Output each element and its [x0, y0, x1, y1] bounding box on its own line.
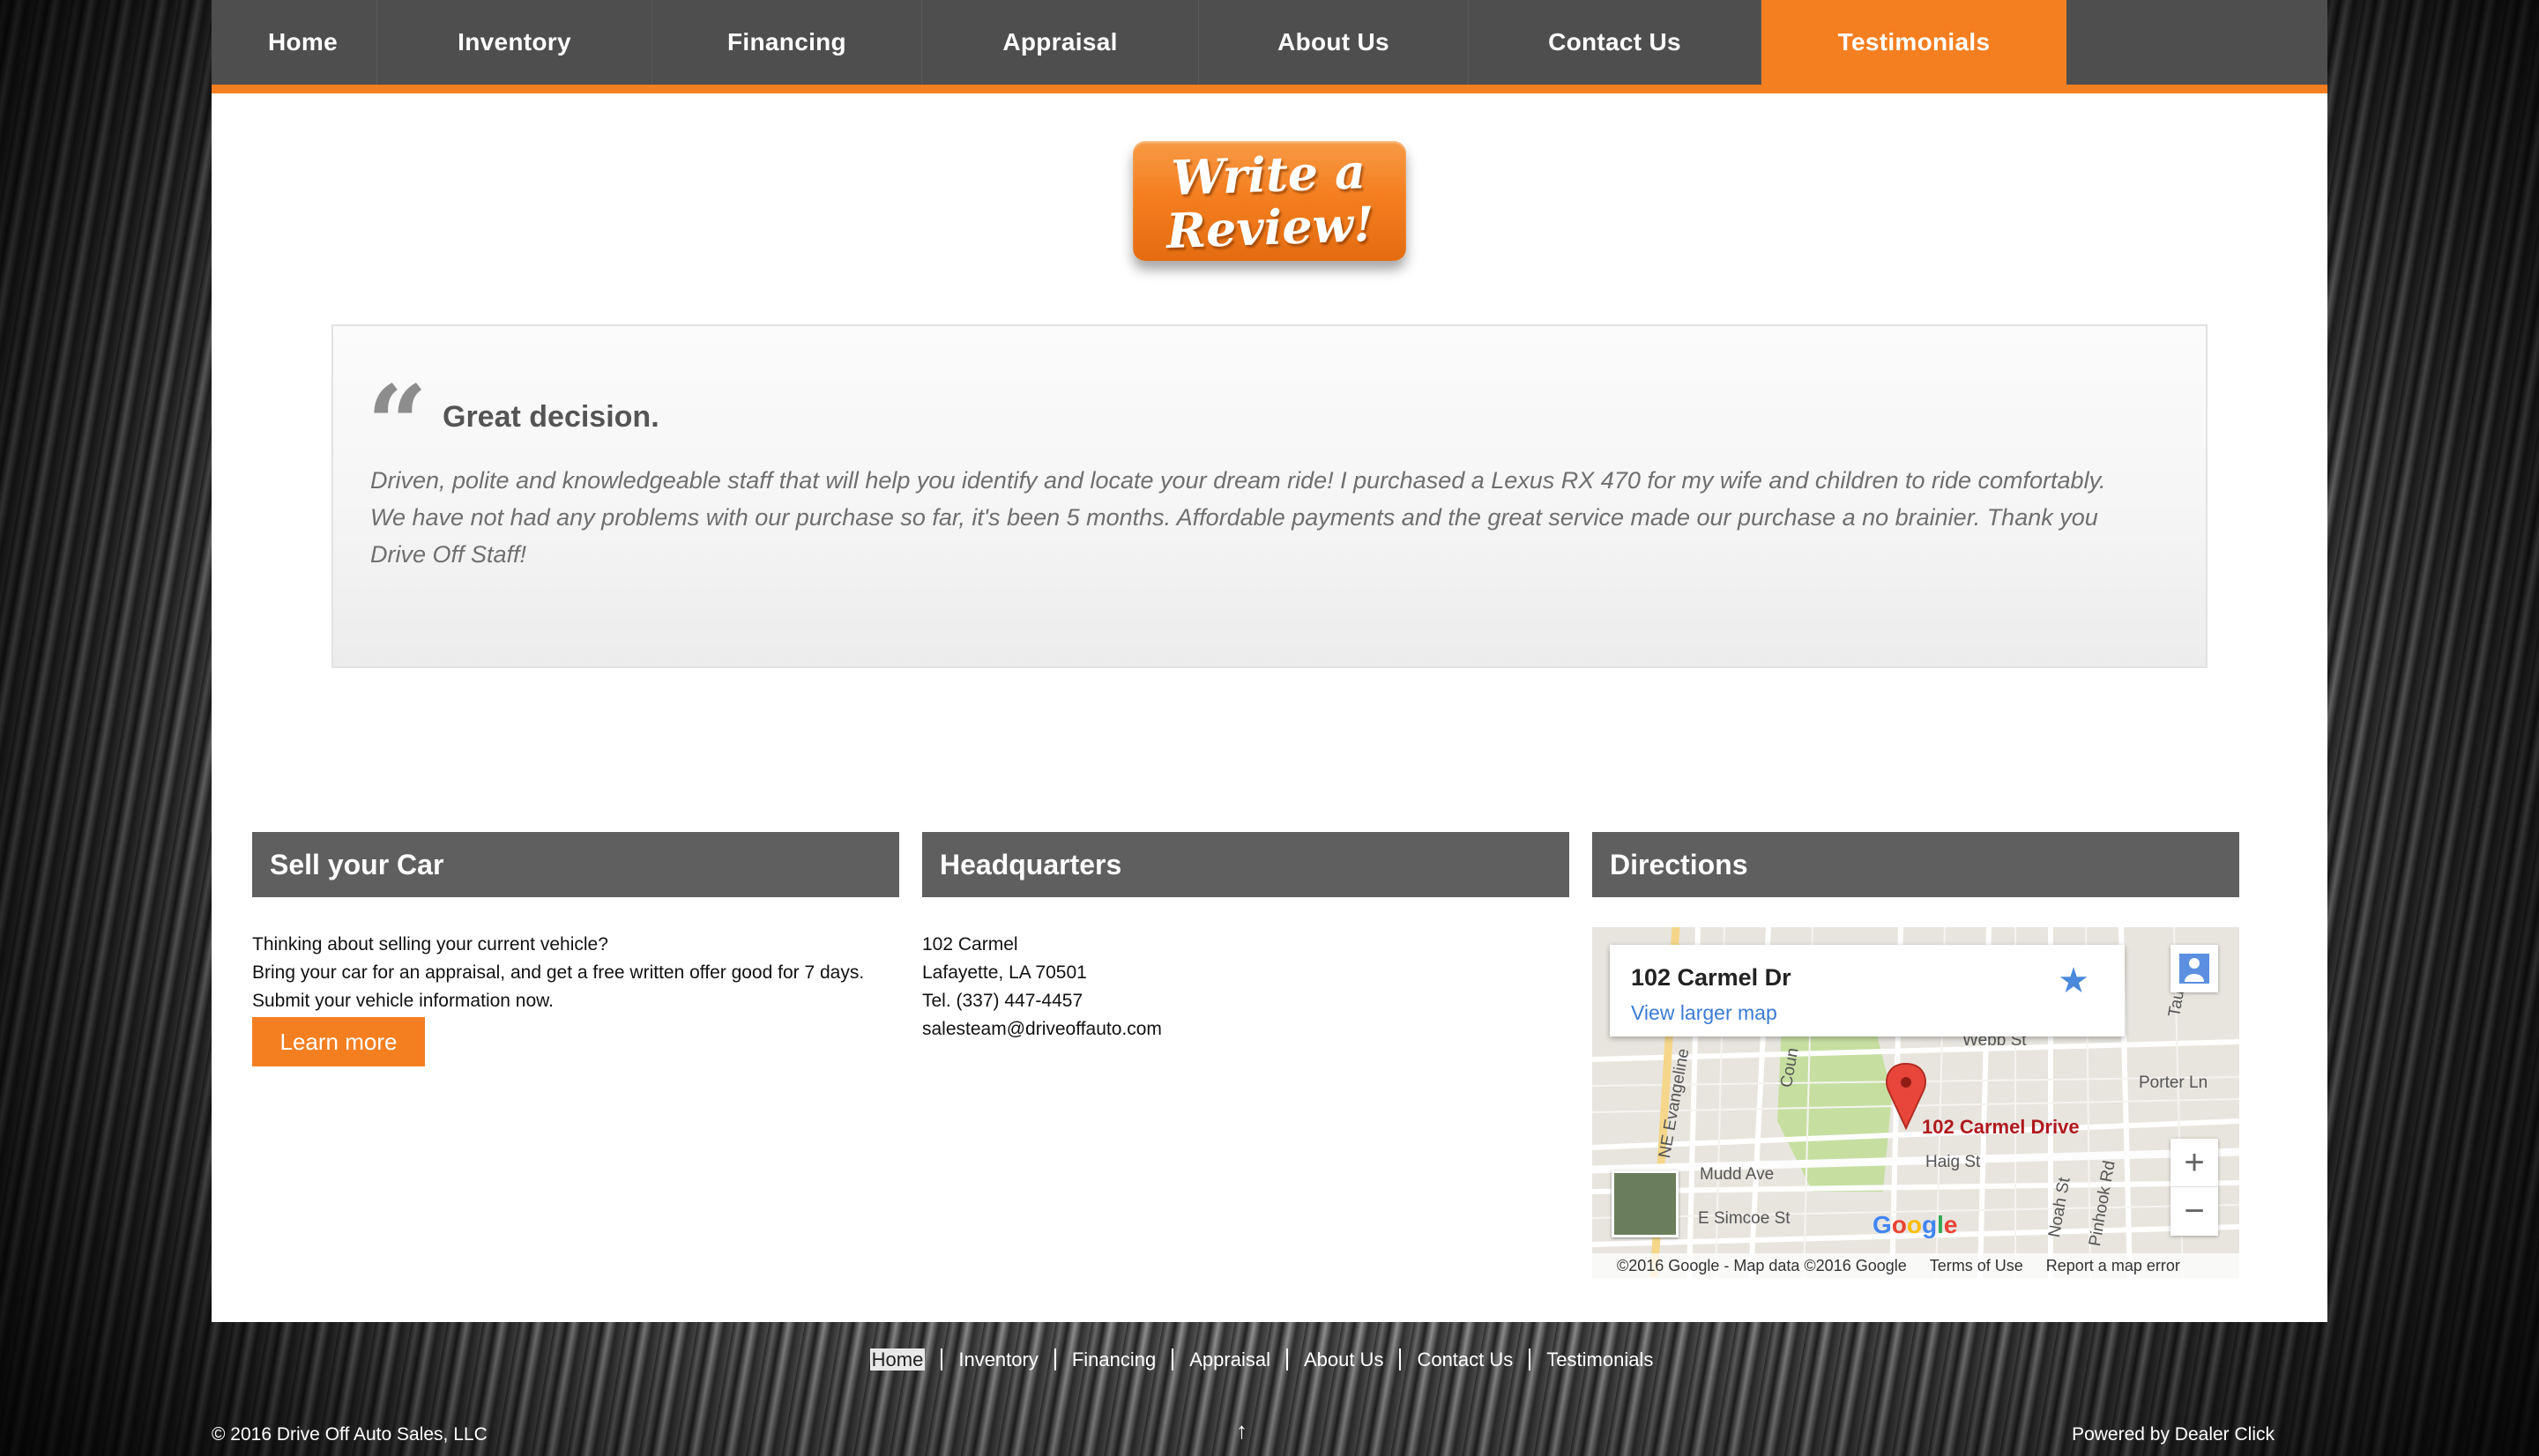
learn-more-button[interactable]: Learn more: [252, 1017, 425, 1066]
main-nav: Home Inventory Financing Appraisal About…: [212, 0, 2327, 93]
map-street-simcoe: E Simcoe St: [1698, 1209, 1791, 1228]
map-street-porter: Porter Ln: [2139, 1073, 2208, 1092]
sell-line-2: Bring your car for an appraisal, and get…: [252, 962, 865, 983]
map-copyright: ©2016 Google - Map data ©2016 Google: [1617, 1256, 1907, 1274]
map-info-card: 102 Carmel Dr View larger map ★: [1610, 945, 2125, 1036]
footer-link-appraisal[interactable]: Appraisal: [1172, 1348, 1286, 1371]
save-star-icon[interactable]: ★: [2058, 961, 2089, 1001]
directions-section: Directions: [1592, 832, 2239, 897]
footer-nav: Home Inventory Financing Appraisal About Us C…: [0, 1348, 2539, 1371]
hq-city: Lafayette, LA 70501: [922, 962, 1087, 983]
powered-by-link[interactable]: Powered by Dealer Click: [2072, 1424, 2275, 1445]
sell-text: Thinking about selling your current vehi…: [252, 931, 899, 1066]
nav-inventory[interactable]: Inventory: [377, 0, 652, 85]
nav-financing[interactable]: Financing: [652, 0, 922, 85]
sell-your-car-section: Sell your Car Thinking about selling you…: [252, 832, 899, 1066]
nav-appraisal[interactable]: Appraisal: [922, 0, 1199, 85]
testimonial-title: Great decision.: [443, 400, 659, 434]
nav-testimonials[interactable]: Testimonials: [1761, 0, 2066, 85]
directions-heading: Directions: [1592, 832, 2239, 897]
hq-text: 102 Carmel Lafayette, LA 70501 Tel. (337…: [922, 931, 1569, 1044]
footer-link-testimonials[interactable]: Testimonials: [1529, 1348, 1670, 1371]
footer-link-home[interactable]: Home: [869, 1348, 926, 1371]
hq-street: 102 Carmel: [922, 934, 1018, 955]
nav-about-us[interactable]: About Us: [1199, 0, 1469, 85]
satellite-toggle-thumbnail[interactable]: [1612, 1170, 1679, 1237]
google-map[interactable]: Porter Ln Webb St Haig St Mudd Ave E Sim…: [1592, 927, 2239, 1278]
write-review-label: Write a Review!: [1165, 143, 1375, 260]
testimonial-body: Driven, polite and knowledgeable staff t…: [370, 467, 2106, 568]
write-review-button[interactable]: Write a Review!: [1133, 141, 1406, 261]
hq-phone[interactable]: Tel. (337) 447-4457: [922, 987, 1569, 1015]
footer-link-financing[interactable]: Financing: [1054, 1348, 1173, 1371]
footer-link-contact-us[interactable]: Contact Us: [1399, 1348, 1530, 1371]
sell-line-1: Thinking about selling your current vehi…: [252, 934, 608, 955]
map-street-mudd: Mudd Ave: [1700, 1165, 1775, 1184]
map-zoom-control: + −: [2170, 1139, 2218, 1236]
zoom-in-button[interactable]: +: [2170, 1139, 2218, 1187]
map-marker-label: 102 Carmel Drive: [1922, 1116, 2080, 1138]
hq-email[interactable]: salesteam@driveoffauto.com: [922, 1015, 1569, 1044]
map-terms-link[interactable]: Terms of Use: [1930, 1257, 2023, 1275]
footer-link-about-us[interactable]: About Us: [1285, 1348, 1400, 1371]
back-to-top-icon[interactable]: ↑: [1236, 1417, 1247, 1445]
map-street-haig: Haig St: [1925, 1153, 1981, 1171]
view-larger-map-link[interactable]: View larger map: [1631, 1001, 1777, 1025]
headquarters-section: Headquarters 102 Carmel Lafayette, LA 70…: [922, 832, 1569, 1044]
testimonial-card: “ Great decision. Driven, polite and kno…: [331, 324, 2208, 668]
map-attribution-bar: ©2016 Google - Map data ©2016 Google Ter…: [1592, 1253, 2239, 1278]
google-logo: Google: [1873, 1211, 1958, 1238]
zoom-out-button[interactable]: −: [2170, 1187, 2218, 1236]
footer-copyright: © 2016 Drive Off Auto Sales, LLC: [212, 1424, 488, 1445]
sell-line-3: Submit your vehicle information now.: [252, 991, 554, 1011]
nav-contact-us[interactable]: Contact Us: [1469, 0, 1761, 85]
street-view-pegman-icon[interactable]: [2170, 945, 2218, 992]
hq-heading: Headquarters: [922, 832, 1569, 897]
footer-link-inventory[interactable]: Inventory: [941, 1348, 1054, 1371]
nav-home[interactable]: Home: [229, 0, 377, 85]
map-report-link[interactable]: Report a map error: [2046, 1257, 2180, 1275]
page-container: Home Inventory Financing Appraisal About…: [212, 0, 2327, 1322]
sell-heading: Sell your Car: [252, 832, 899, 897]
map-address: 102 Carmel Dr: [1631, 964, 1791, 991]
